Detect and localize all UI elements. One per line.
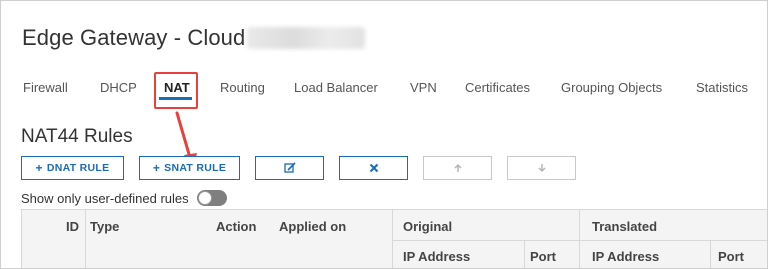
dnat-button-label: DNAT RULE [46,162,110,174]
edit-rule-button[interactable] [255,156,324,180]
toggle-knob [197,191,212,205]
header-divider [392,240,767,241]
plus-icon: + [152,161,161,175]
tab-dhcp[interactable]: DHCP [100,80,137,95]
page-title: Edge Gateway - Cloud [22,25,246,50]
redacted-text [247,27,366,49]
move-down-button[interactable] [507,156,576,180]
column-header-type[interactable]: Type [90,219,119,234]
add-snat-rule-button[interactable]: + SNAT RULE [139,156,240,180]
tab-vpn[interactable]: VPN [410,80,437,95]
move-up-button[interactable] [423,156,492,180]
section-title: NAT44 Rules [21,126,133,147]
user-defined-rules-toggle[interactable] [196,190,227,206]
nat-rules-table: ID Type Action Applied on Original Trans… [21,209,767,268]
column-divider [710,241,711,268]
add-dnat-rule-button[interactable]: + DNAT RULE [21,156,124,180]
tab-routing[interactable]: Routing [220,80,265,95]
filter-label: Show only user-defined rules [21,190,189,206]
arrow-down-icon [537,164,546,173]
close-icon [369,163,378,173]
user-defined-filter: Show only user-defined rules [21,189,227,207]
edge-gateway-window: Edge Gateway - Cloud Firewall DHCP NAT R… [0,0,768,269]
tab-load-balancer[interactable]: Load Balancer [294,80,378,95]
tab-bar: Firewall DHCP NAT Routing Load Balancer … [1,73,767,105]
callout-highlight-box [154,72,198,109]
column-header-translated-port[interactable]: Port [718,249,744,264]
edit-icon [283,162,296,173]
column-group-original: Original [403,219,453,234]
arrow-up-icon [453,163,462,172]
delete-rule-button[interactable] [339,156,408,180]
column-divider [85,210,86,268]
column-header-id[interactable]: ID [66,219,79,234]
column-header-action[interactable]: Action [216,219,256,234]
page-header: Edge Gateway - Cloud [22,23,366,53]
plus-icon: + [35,161,43,175]
tab-certificates[interactable]: Certificates [465,80,530,95]
tab-statistics[interactable]: Statistics [696,80,748,95]
column-header-applied-on[interactable]: Applied on [279,219,346,234]
column-divider [524,241,525,268]
column-header-translated-ip[interactable]: IP Address [592,249,659,264]
column-header-original-ip[interactable]: IP Address [403,249,470,264]
column-header-original-port[interactable]: Port [530,249,556,264]
tab-firewall[interactable]: Firewall [23,80,68,95]
snat-button-label: SNAT RULE [164,162,227,174]
column-group-translated: Translated [592,219,658,234]
tab-grouping-objects[interactable]: Grouping Objects [561,80,662,95]
